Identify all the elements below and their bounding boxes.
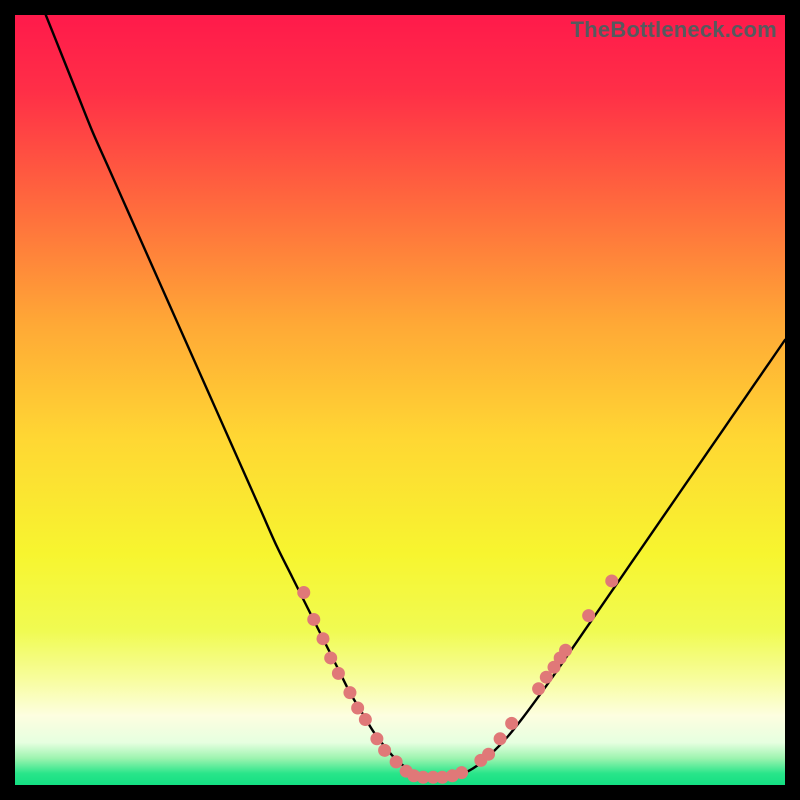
marker-dot bbox=[297, 586, 310, 599]
marker-dot bbox=[390, 755, 403, 768]
gradient-background bbox=[15, 15, 785, 785]
marker-dot bbox=[582, 609, 595, 622]
marker-dot bbox=[343, 686, 356, 699]
marker-dot bbox=[351, 702, 364, 715]
marker-dot bbox=[317, 632, 330, 645]
marker-dot bbox=[332, 667, 345, 680]
marker-dot bbox=[307, 613, 320, 626]
marker-dot bbox=[532, 682, 545, 695]
chart-frame: TheBottleneck.com bbox=[15, 15, 785, 785]
marker-dot bbox=[559, 644, 572, 657]
marker-dot bbox=[359, 713, 372, 726]
marker-dot bbox=[605, 574, 618, 587]
bottleneck-chart bbox=[15, 15, 785, 785]
watermark-text: TheBottleneck.com bbox=[571, 17, 777, 43]
marker-dot bbox=[378, 744, 391, 757]
marker-dot bbox=[455, 766, 468, 779]
marker-dot bbox=[370, 732, 383, 745]
marker-dot bbox=[482, 748, 495, 761]
marker-dot bbox=[324, 651, 337, 664]
marker-dot bbox=[505, 717, 518, 730]
marker-dot bbox=[494, 732, 507, 745]
